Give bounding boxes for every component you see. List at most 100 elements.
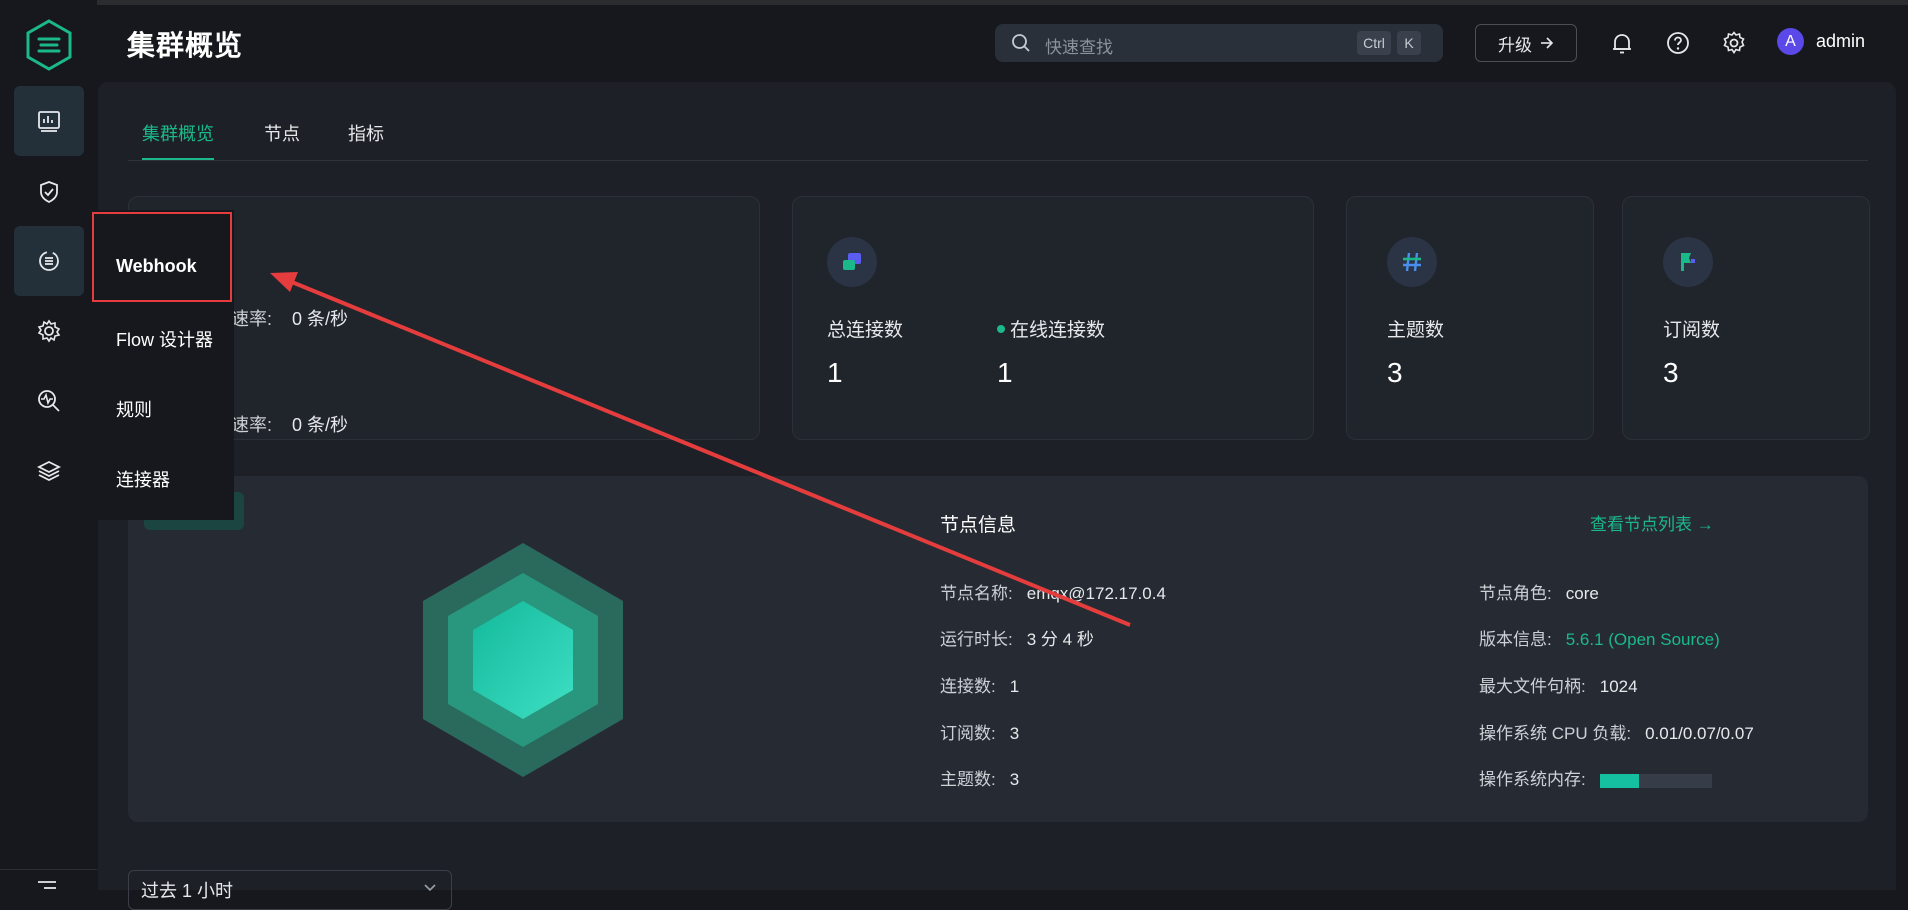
cpu-load-value: 0.01/0.07/0.07 bbox=[1645, 724, 1754, 743]
node-subscriptions-value: 3 bbox=[1009, 724, 1020, 743]
annotation-highlight-box bbox=[92, 212, 232, 302]
node-name-value: emqx@172.17.0.4 bbox=[1026, 584, 1166, 603]
online-connections-label-wrap: 在线连接数 bbox=[997, 315, 1105, 342]
emqx-logo-icon[interactable] bbox=[22, 18, 76, 72]
memory-usage-bar bbox=[1599, 773, 1712, 788]
total-connections-label: 总连接数 bbox=[827, 320, 904, 341]
max-fds-value: 1024 bbox=[1599, 677, 1638, 696]
menu-item-rules[interactable]: 规则 bbox=[116, 396, 152, 422]
rate-label-out: 速率: bbox=[231, 415, 273, 435]
arrow-right-icon bbox=[1541, 37, 1554, 49]
node-topics-value: 3 bbox=[1009, 770, 1020, 789]
memory-key: 操作系统内存: bbox=[1479, 770, 1586, 789]
search-placeholder: 快速查找 bbox=[1045, 38, 1113, 57]
rate-value-in: 0 条/秒 bbox=[292, 309, 349, 329]
uptime-row: 运行时长: 3 分 4 秒 bbox=[940, 625, 1094, 650]
user-menu[interactable]: A admin bbox=[1777, 28, 1865, 55]
node-connections-key: 连接数: bbox=[940, 677, 996, 696]
top-header: 集群概览 快速查找 Ctrl K 升级 A admin bbox=[97, 0, 1908, 82]
tab-cluster-overview[interactable]: 集群概览 bbox=[142, 120, 214, 160]
rate-value-out: 0 条/秒 bbox=[292, 415, 349, 435]
gear-icon bbox=[37, 319, 61, 343]
max-fds-key: 最大文件句柄: bbox=[1479, 677, 1586, 696]
upgrade-label: 升级 bbox=[1498, 35, 1532, 55]
total-connections-value: 1 bbox=[827, 357, 843, 388]
node-subscriptions-key: 订阅数: bbox=[940, 724, 996, 743]
kbd-ctrl: Ctrl bbox=[1357, 31, 1391, 55]
help-icon[interactable] bbox=[1665, 30, 1691, 56]
node-topics-row: 主题数: 3 bbox=[940, 765, 1019, 790]
node-role-row: 节点角色: core bbox=[1479, 579, 1599, 604]
topics-value: 3 bbox=[1387, 357, 1403, 388]
online-connections-label: 在线连接数 bbox=[1010, 320, 1106, 341]
shield-check-icon bbox=[40, 181, 58, 204]
topics-label: 主题数 bbox=[1387, 320, 1445, 341]
node-role-value: core bbox=[1565, 584, 1599, 603]
bell-icon[interactable] bbox=[1609, 30, 1635, 56]
max-fds-row: 最大文件句柄: 1024 bbox=[1479, 672, 1638, 697]
version-value[interactable]: 5.6.1 (Open Source) bbox=[1566, 630, 1720, 649]
layers-icon bbox=[36, 460, 62, 482]
subscriptions-label: 订阅数 bbox=[1663, 320, 1721, 341]
tab-bar: 集群概览 节点 指标 bbox=[128, 120, 1868, 161]
upgrade-button[interactable]: 升级 bbox=[1475, 24, 1577, 62]
online-status-dot bbox=[997, 324, 1005, 333]
settings-icon[interactable] bbox=[1721, 30, 1747, 56]
sidebar-divider bbox=[0, 869, 97, 870]
nav-dashboard[interactable] bbox=[14, 86, 84, 156]
chevron-down-icon bbox=[424, 884, 436, 892]
rate-row-in: 速率: 0 条/秒 bbox=[231, 305, 348, 331]
rate-row-out: 速率: 0 条/秒 bbox=[231, 411, 348, 437]
version-row: 版本信息: 5.6.1 (Open Source) bbox=[1479, 625, 1720, 650]
collapse-sidebar-icon[interactable] bbox=[34, 876, 60, 890]
node-connections-row: 连接数: 1 bbox=[940, 672, 1019, 697]
nav-extensions[interactable] bbox=[14, 436, 84, 506]
integration-icon bbox=[39, 251, 59, 271]
node-info-panel: 节点信息 查看节点列表 → 节点名称: emqx@172.17.0.4 运行时长:… bbox=[128, 476, 1868, 822]
subscription-flag-icon bbox=[1663, 237, 1713, 287]
rate-label-in: 速率: bbox=[231, 309, 273, 329]
search-icon bbox=[1012, 34, 1030, 52]
connections-icon bbox=[827, 237, 877, 287]
nav-management[interactable] bbox=[14, 296, 84, 366]
dashboard-icon bbox=[38, 111, 60, 132]
kbd-k: K bbox=[1397, 31, 1421, 55]
cpu-load-row: 操作系统 CPU 负载: 0.01/0.07/0.07 bbox=[1479, 719, 1754, 744]
time-range-value: 过去 1 小时 bbox=[141, 881, 234, 901]
uptime-key: 运行时长: bbox=[940, 630, 1013, 649]
memory-row: 操作系统内存: bbox=[1479, 765, 1712, 790]
username: admin bbox=[1816, 31, 1866, 51]
node-info-title: 节点信息 bbox=[940, 515, 1017, 536]
memory-usage-fill bbox=[1599, 773, 1639, 788]
time-range-select[interactable]: 过去 1 小时 bbox=[128, 870, 452, 910]
node-subscriptions-row: 订阅数: 3 bbox=[940, 719, 1019, 744]
subscriptions-value: 3 bbox=[1663, 357, 1679, 388]
avatar: A bbox=[1777, 28, 1804, 55]
page-title: 集群概览 bbox=[127, 30, 244, 61]
monitor-search-icon bbox=[38, 390, 60, 412]
connections-card: 总连接数 1 在线连接数 1 bbox=[792, 196, 1314, 440]
menu-item-connectors[interactable]: 连接器 bbox=[116, 466, 170, 492]
node-topics-key: 主题数: bbox=[940, 770, 996, 789]
subscriptions-card: 订阅数 3 bbox=[1622, 196, 1870, 440]
menu-item-flow-designer[interactable]: Flow 设计器 bbox=[116, 326, 213, 352]
topics-card: 主题数 3 bbox=[1346, 196, 1594, 440]
node-connections-value: 1 bbox=[1009, 677, 1020, 696]
cpu-load-key: 操作系统 CPU 负载: bbox=[1479, 724, 1632, 743]
tab-nodes[interactable]: 节点 bbox=[264, 120, 300, 158]
nav-access-control[interactable] bbox=[14, 157, 84, 227]
search-input[interactable]: 快速查找 Ctrl K bbox=[995, 24, 1443, 62]
main-panel: 集群概览 节点 指标 速率: 0 条/秒 速率: 0 条/秒 总连接数 1 在线连接… bbox=[98, 82, 1896, 910]
sidebar bbox=[0, 0, 97, 890]
node-role-key: 节点角色: bbox=[1479, 584, 1552, 603]
online-connections-value: 1 bbox=[997, 357, 1013, 388]
node-name-row: 节点名称: emqx@172.17.0.4 bbox=[940, 579, 1166, 604]
node-name-key: 节点名称: bbox=[940, 584, 1013, 603]
nav-integration[interactable] bbox=[14, 226, 84, 296]
uptime-value: 3 分 4 秒 bbox=[1026, 630, 1094, 649]
nav-diagnose[interactable] bbox=[14, 366, 84, 436]
version-key: 版本信息: bbox=[1479, 630, 1552, 649]
tab-metrics[interactable]: 指标 bbox=[348, 120, 384, 158]
view-node-list-link[interactable]: 查看节点列表 → bbox=[1590, 510, 1714, 535]
node-hexagon-icon bbox=[423, 543, 623, 777]
